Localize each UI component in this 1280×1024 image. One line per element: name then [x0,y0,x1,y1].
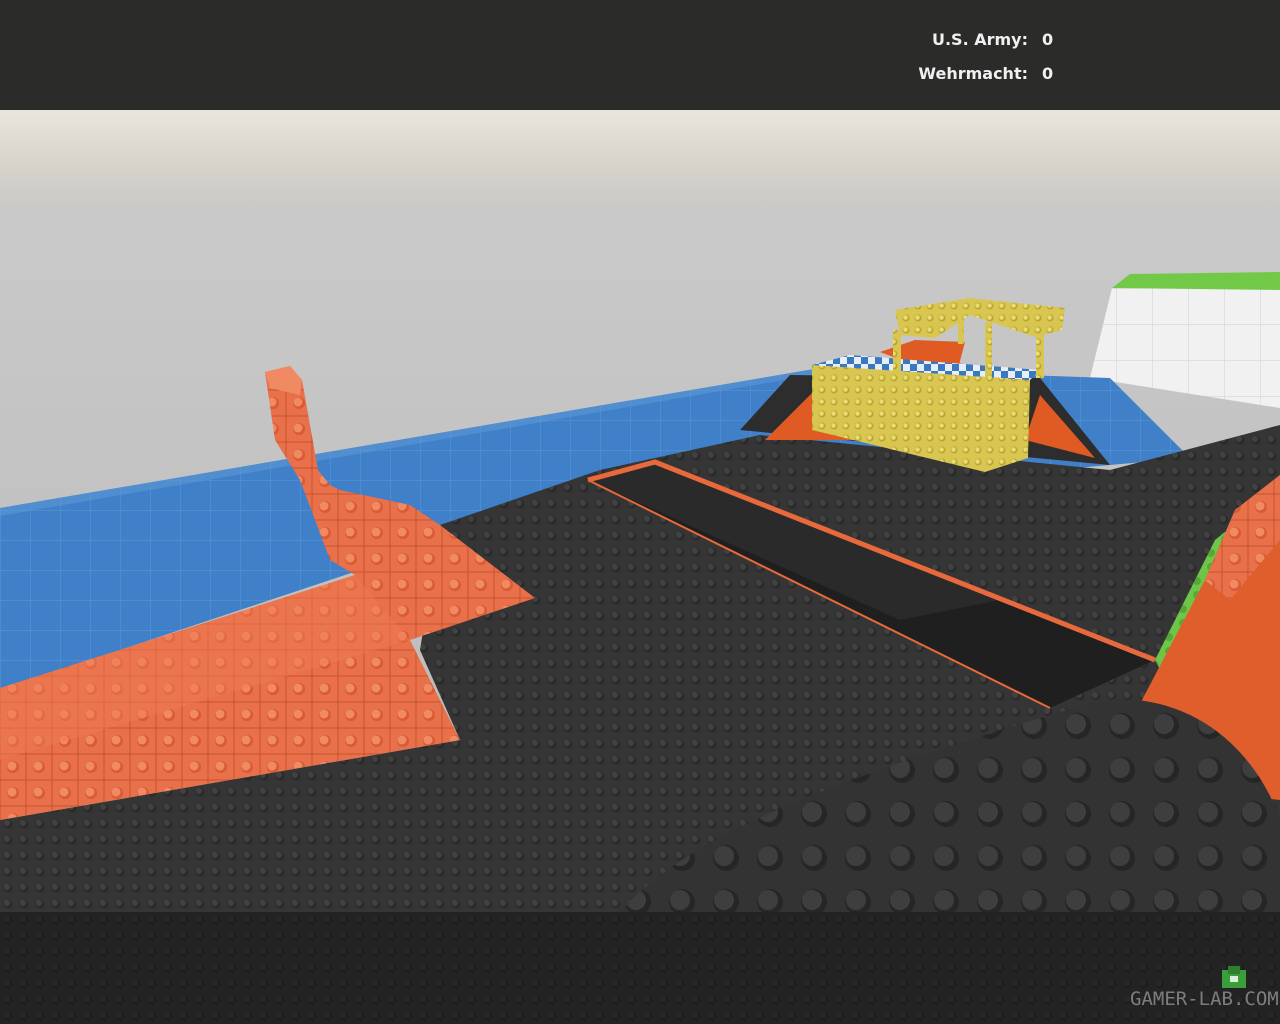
scoreboard-row-wehrmacht: Wehrmacht: 0 [0,64,1280,88]
team-score-value: 0 [1042,64,1054,83]
game-screen: U.S. Army: 0 Wehrmacht: 0 GAMER-LAB.COM [0,0,1280,1024]
sky [0,110,1280,230]
gamer-lab-logo-icon [1222,966,1246,988]
team-score-value: 0 [1042,30,1054,49]
team-name-label: Wehrmacht: [918,64,1028,83]
hud-bottom-bar [0,912,1280,1024]
team-name-label: U.S. Army: [931,30,1028,49]
hud-top-bar [0,0,1280,110]
game-viewport [0,110,1280,1024]
scoreboard-row-us-army: U.S. Army: 0 [0,30,1280,54]
watermark-text: GAMER-LAB.COM [1130,988,1279,1010]
